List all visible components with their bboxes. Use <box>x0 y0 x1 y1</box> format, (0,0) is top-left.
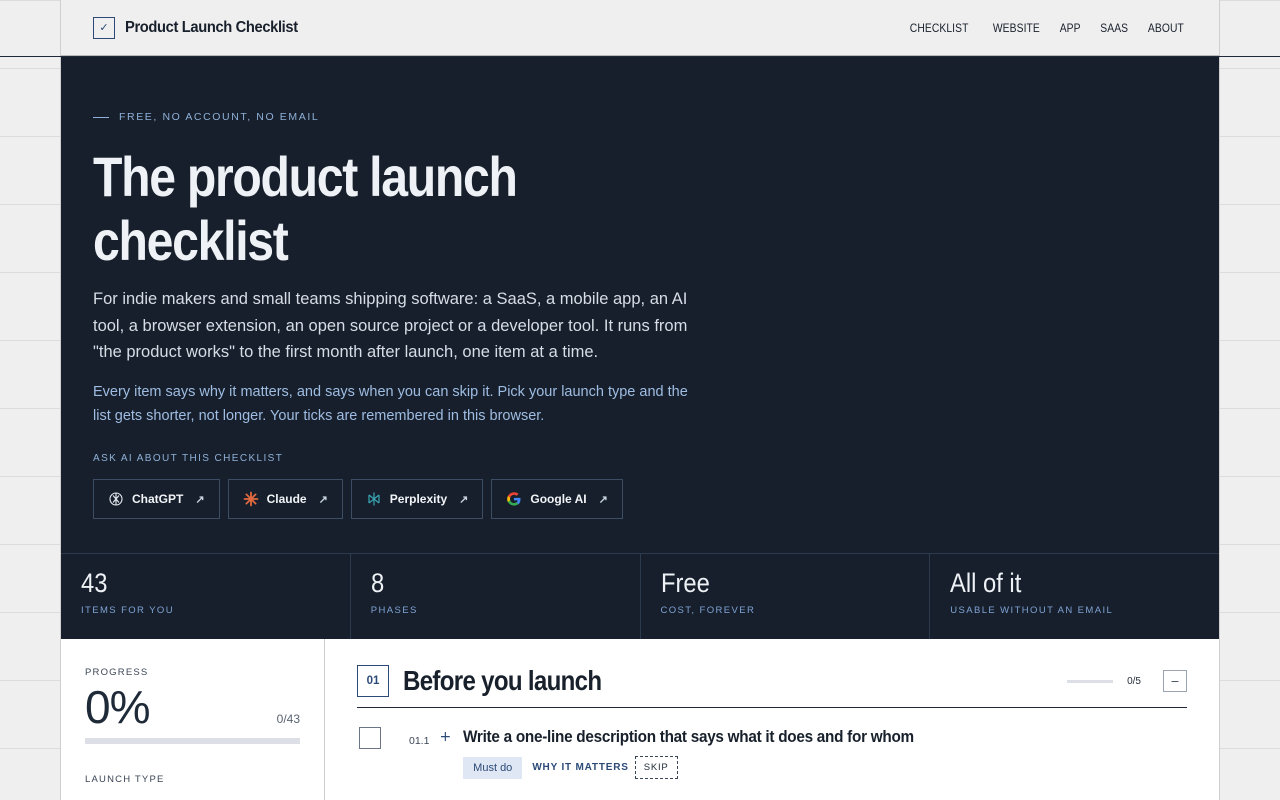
item-title[interactable]: Write a one-line description that says w… <box>463 727 914 747</box>
stat-label: COST, FOREVER <box>660 605 756 616</box>
stat-usable: All of it USABLE WITHOUT AN EMAIL <box>930 554 1219 639</box>
progress-bar <box>85 738 300 744</box>
top-navigation-bar: ✓ Product Launch Checklist CHECKLIST WEB… <box>61 0 1219 56</box>
stat-label: PHASES <box>370 605 418 616</box>
checklist-main: 01 Before you launch 0/5 − 01.1 + Write … <box>325 639 1219 800</box>
perplexity-button[interactable]: Perplexity ↗ <box>350 479 484 519</box>
chatgpt-icon <box>108 491 124 507</box>
ask-ai-label: ASK AI ABOUT THIS CHECKLIST <box>93 453 284 464</box>
external-link-icon: ↗ <box>318 493 328 506</box>
launch-type-label: LAUNCH TYPE <box>85 774 165 785</box>
item-number: 01.1 <box>409 735 430 747</box>
stat-label: ITEMS FOR YOU <box>81 605 174 616</box>
stat-cost: Free COST, FOREVER <box>641 554 931 639</box>
progress-sidebar: PROGRESS 0% 0/43 LAUNCH TYPE <box>61 639 325 800</box>
external-link-icon: ↗ <box>195 493 205 506</box>
stat-items: 43 ITEMS FOR YOU <box>61 554 351 639</box>
phase-progress-bar <box>1067 679 1114 683</box>
stat-label: USABLE WITHOUT AN EMAIL <box>950 605 1114 616</box>
collapse-phase-button[interactable]: − <box>1163 670 1187 692</box>
item-tags: Must do WHY IT MATTERS SKIP <box>463 756 964 779</box>
google-ai-label: Google AI <box>530 492 587 506</box>
stat-value: All of it <box>950 568 1022 598</box>
claude-icon <box>243 491 259 507</box>
skip-toggle[interactable]: SKIP <box>634 756 678 779</box>
stat-value: 43 <box>81 568 108 598</box>
item-body: Write a one-line description that says w… <box>463 727 964 779</box>
progress-label: PROGRESS <box>85 667 149 678</box>
stats-strip: 43 ITEMS FOR YOU 8 PHASES Free COST, FOR… <box>61 553 1219 639</box>
hero-section: FREE, NO ACCOUNT, NO EMAIL The product l… <box>61 57 1219 553</box>
hero-lead-paragraph: For indie makers and small teams shippin… <box>93 290 688 361</box>
chatgpt-button[interactable]: ChatGPT ↗ <box>93 479 220 519</box>
stat-phases: 8 PHASES <box>351 554 641 639</box>
expand-item-icon[interactable]: + <box>439 729 451 745</box>
nav-link-app[interactable]: APP <box>1060 21 1081 35</box>
phase-count: 0/5 <box>1127 675 1141 687</box>
progress-count: 0/43 <box>276 712 300 726</box>
hero-sub-paragraph: Every item says why it matters, and says… <box>93 384 688 424</box>
phase-title: Before you launch <box>403 665 602 696</box>
main-nav: CHECKLIST WEBSITE APP SAAS ABOUT <box>905 21 1187 35</box>
google-icon <box>506 491 522 507</box>
claude-button[interactable]: Claude ↗ <box>227 479 343 519</box>
nav-link-website[interactable]: WEBSITE <box>993 21 1040 35</box>
external-link-icon: ↗ <box>598 493 608 506</box>
brand-name: Product Launch Checklist <box>125 18 298 36</box>
chatgpt-label: ChatGPT <box>132 492 184 506</box>
brand[interactable]: ✓ Product Launch Checklist <box>93 16 313 39</box>
phase-header: 01 Before you launch 0/5 − <box>357 665 1187 708</box>
perplexity-label: Perplexity <box>389 492 448 506</box>
nav-link-about[interactable]: ABOUT <box>1148 21 1184 35</box>
why-it-matters-toggle[interactable]: WHY IT MATTERS <box>532 762 628 773</box>
hero-eyebrow: FREE, NO ACCOUNT, NO EMAIL <box>93 111 319 123</box>
must-do-badge: Must do <box>463 756 523 779</box>
checklist-item: 01.1 + Write a one-line description that… <box>357 727 1187 779</box>
page-title: The product launch checklist <box>93 145 518 272</box>
progress-readout: 0% 0/43 <box>85 680 300 734</box>
item-checkbox[interactable] <box>359 727 381 749</box>
google-ai-button[interactable]: Google AI ↗ <box>491 479 623 519</box>
progress-percent: 0% <box>85 681 150 733</box>
perplexity-icon <box>366 491 382 507</box>
eyebrow-dash <box>93 116 109 118</box>
stat-value: 8 <box>370 568 384 598</box>
nav-link-checklist[interactable]: CHECKLIST <box>910 21 969 35</box>
phase-progress: 0/5 − <box>1067 670 1187 692</box>
external-link-icon: ↗ <box>459 493 469 506</box>
checkmark-logo-icon: ✓ <box>93 16 115 39</box>
claude-label: Claude <box>266 492 307 506</box>
nav-link-saas[interactable]: SAAS <box>1100 21 1128 35</box>
stat-value: Free <box>660 568 710 598</box>
phase-number: 01 <box>357 665 389 697</box>
ai-button-row: ChatGPT ↗ Claude ↗ Perplexity ↗ Google A… <box>93 479 623 519</box>
eyebrow-text: FREE, NO ACCOUNT, NO EMAIL <box>119 111 320 123</box>
